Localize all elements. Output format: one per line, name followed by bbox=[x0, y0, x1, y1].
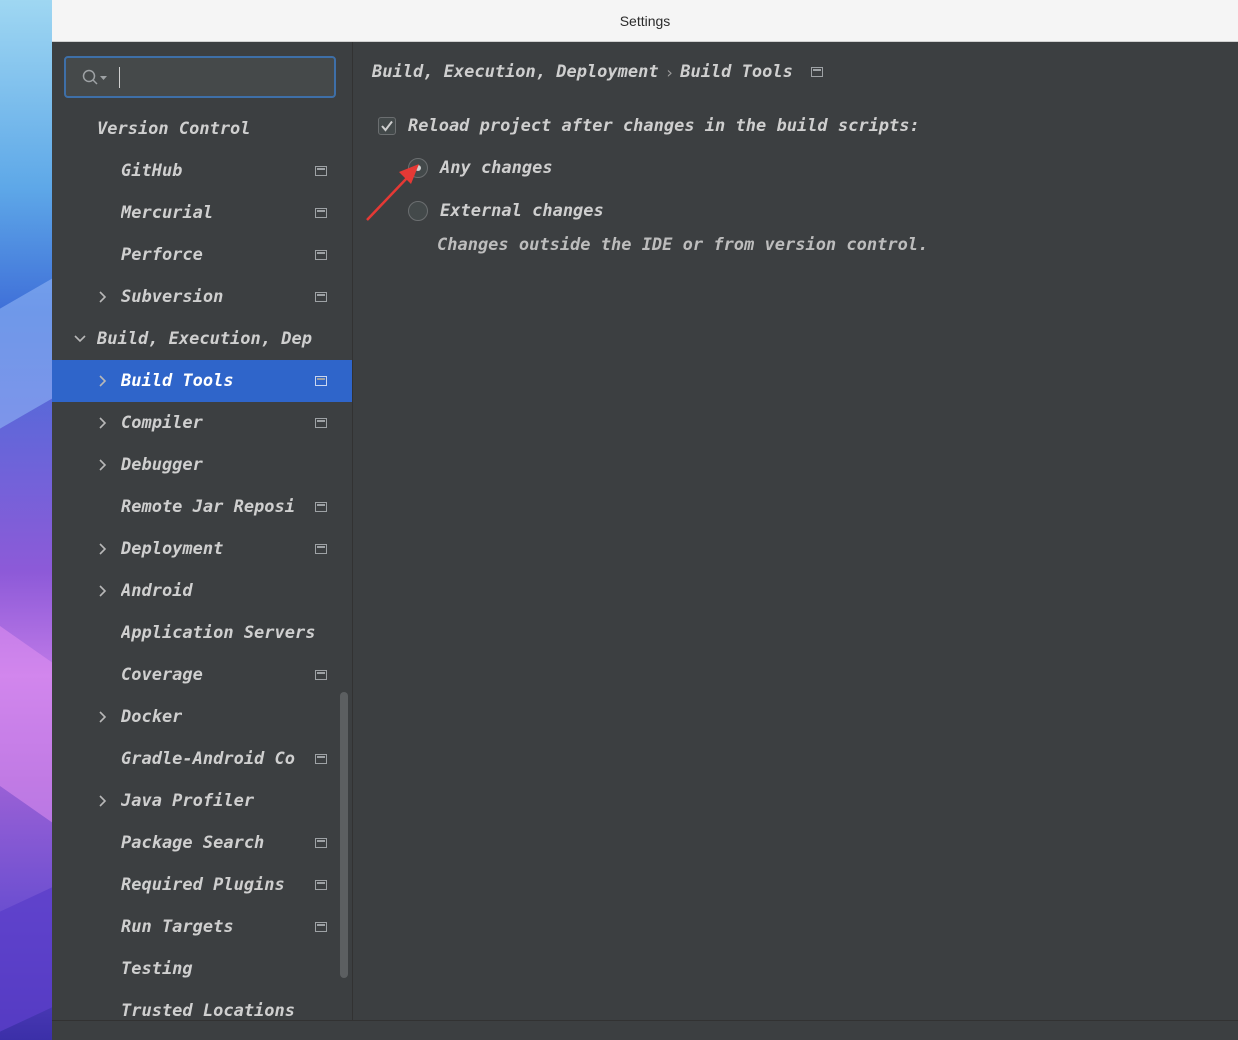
desktop-wallpaper bbox=[0, 0, 52, 1040]
search-input[interactable] bbox=[122, 64, 326, 92]
sidebar-item-required-plugins[interactable]: Required Plugins bbox=[52, 864, 352, 906]
sidebar-item-application-servers[interactable]: Application Servers bbox=[52, 612, 352, 654]
sidebar-item-label: GitHub bbox=[121, 161, 183, 181]
sidebar-item-android[interactable]: Android bbox=[52, 570, 352, 612]
project-level-icon bbox=[315, 418, 327, 428]
sidebar-item-mercurial[interactable]: Mercurial bbox=[52, 192, 352, 234]
sidebar-item-label: Trusted Locations bbox=[121, 1001, 295, 1021]
sidebar-item-label: Version Control bbox=[97, 119, 251, 139]
reload-project-label: Reload project after changes in the buil… bbox=[408, 116, 920, 136]
project-level-icon bbox=[315, 502, 327, 512]
reload-project-option[interactable]: Reload project after changes in the buil… bbox=[378, 116, 920, 136]
reload-project-checkbox[interactable] bbox=[378, 117, 396, 135]
project-level-icon bbox=[315, 166, 327, 176]
project-level-icon bbox=[315, 208, 327, 218]
sidebar-item-label: Application Servers bbox=[121, 623, 316, 643]
sidebar-item-coverage[interactable]: Coverage bbox=[52, 654, 352, 696]
chevron-right-icon[interactable] bbox=[97, 417, 109, 429]
project-level-icon bbox=[315, 250, 327, 260]
sidebar-item-java-profiler[interactable]: Java Profiler bbox=[52, 780, 352, 822]
chevron-right-icon[interactable] bbox=[97, 543, 109, 555]
sidebar-item-label: Run Targets bbox=[121, 917, 234, 937]
any-changes-label: Any changes bbox=[440, 158, 553, 178]
external-changes-hint: Changes outside the IDE or from version … bbox=[437, 235, 929, 255]
external-changes-option[interactable]: External changes bbox=[408, 201, 604, 221]
sidebar-item-github[interactable]: GitHub bbox=[52, 150, 352, 192]
sidebar-item-docker[interactable]: Docker bbox=[52, 696, 352, 738]
project-level-icon bbox=[315, 754, 327, 764]
sidebar-item-testing[interactable]: Testing bbox=[52, 948, 352, 990]
sidebar-item-label: Docker bbox=[121, 707, 183, 727]
chevron-right-icon[interactable] bbox=[97, 459, 109, 471]
chevron-right-icon[interactable] bbox=[97, 795, 109, 807]
sidebar-item-subversion[interactable]: Subversion bbox=[52, 276, 352, 318]
sidebar-item-label: Package Search bbox=[121, 833, 265, 853]
project-level-icon bbox=[315, 292, 327, 302]
sidebar-item-label: Deployment bbox=[121, 539, 224, 559]
sidebar-item-label: Java Profiler bbox=[121, 791, 255, 811]
sidebar-item-perforce[interactable]: Perforce bbox=[52, 234, 352, 276]
project-level-icon bbox=[315, 880, 327, 890]
sidebar-item-remote-jar-reposi[interactable]: Remote Jar Reposi bbox=[52, 486, 352, 528]
breadcrumb-parent[interactable]: Build, Execution, Deployment bbox=[372, 62, 659, 82]
sidebar-item-label: Compiler bbox=[121, 413, 203, 433]
project-level-icon bbox=[315, 544, 327, 554]
project-level-icon bbox=[315, 670, 327, 680]
dialog-button-bar bbox=[52, 1020, 1238, 1040]
sidebar-item-label: Remote Jar Reposi bbox=[121, 497, 295, 517]
search-box[interactable] bbox=[64, 56, 336, 98]
title-bar: Settings bbox=[52, 0, 1238, 42]
search-icon[interactable] bbox=[82, 69, 100, 87]
sidebar-item-label: Debugger bbox=[121, 455, 203, 475]
breadcrumb: Build, Execution, Deployment › Build Too… bbox=[372, 62, 823, 82]
settings-content: Build, Execution, Deployment › Build Too… bbox=[353, 42, 1238, 1020]
sidebar-item-label: Subversion bbox=[121, 287, 224, 307]
sidebar-item-debugger[interactable]: Debugger bbox=[52, 444, 352, 486]
sidebar-item-compiler[interactable]: Compiler bbox=[52, 402, 352, 444]
external-changes-label: External changes bbox=[440, 201, 604, 221]
sidebar-item-label: Testing bbox=[121, 959, 193, 979]
chevron-right-icon[interactable] bbox=[97, 375, 109, 387]
settings-sidebar: Version Control GitHub Mercurial Perforce Su… bbox=[52, 42, 353, 1021]
sidebar-item-label: Perforce bbox=[121, 245, 203, 265]
chevron-down-icon[interactable] bbox=[74, 333, 86, 345]
sidebar-item-build-tools[interactable]: Build Tools bbox=[52, 360, 352, 402]
chevron-right-icon[interactable] bbox=[97, 585, 109, 597]
project-level-icon bbox=[810, 67, 823, 77]
settings-window: Settings Version Control GitHub Mercurial P… bbox=[52, 0, 1238, 1040]
breadcrumb-current: Build Tools bbox=[680, 62, 793, 82]
red-arrow-annotation-icon bbox=[366, 164, 419, 221]
sidebar-item-build-execution-dep[interactable]: Build, Execution, Dep bbox=[52, 318, 352, 360]
project-level-icon bbox=[315, 838, 327, 848]
sidebar-item-label: Build Tools bbox=[121, 371, 234, 391]
sidebar-item-label: Gradle-Android Co bbox=[121, 749, 295, 769]
sidebar-item-label: Required Plugins bbox=[121, 875, 285, 895]
project-level-icon bbox=[315, 376, 327, 386]
sidebar-item-gradle-android-co[interactable]: Gradle-Android Co bbox=[52, 738, 352, 780]
breadcrumb-separator: › bbox=[664, 62, 675, 82]
sidebar-item-label: Build, Execution, Dep bbox=[97, 329, 312, 349]
sidebar-item-run-targets[interactable]: Run Targets bbox=[52, 906, 352, 948]
sidebar-item-label: Mercurial bbox=[121, 203, 214, 223]
sidebar-item-package-search[interactable]: Package Search bbox=[52, 822, 352, 864]
text-caret bbox=[119, 67, 120, 88]
sidebar-item-label: Coverage bbox=[121, 665, 203, 685]
chevron-right-icon[interactable] bbox=[97, 711, 109, 723]
checkmark-icon bbox=[381, 120, 393, 132]
sidebar-scrollbar[interactable] bbox=[340, 692, 348, 978]
sidebar-item-deployment[interactable]: Deployment bbox=[52, 528, 352, 570]
chevron-right-icon[interactable] bbox=[97, 291, 109, 303]
window-title: Settings bbox=[619, 12, 671, 29]
sidebar-item-version-control[interactable]: Version Control bbox=[52, 108, 352, 150]
project-level-icon bbox=[315, 922, 327, 932]
search-options-chevron-icon[interactable] bbox=[100, 76, 107, 81]
sidebar-item-label: Android bbox=[121, 581, 193, 601]
